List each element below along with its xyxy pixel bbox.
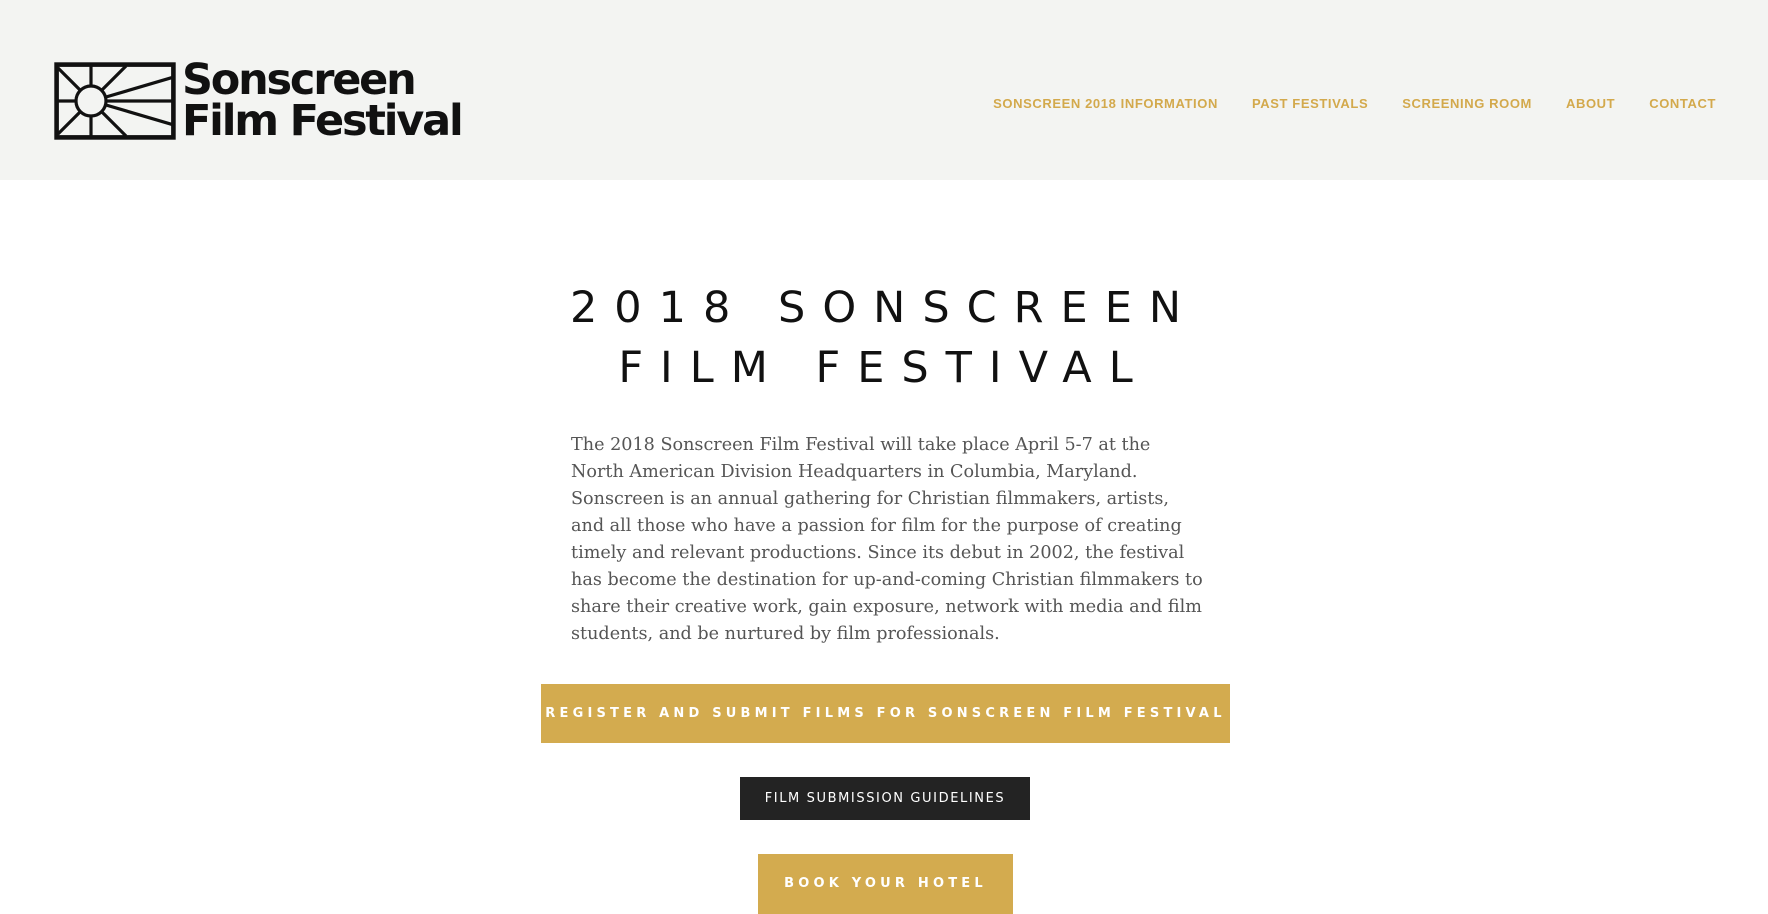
site-header: Sonscreen Film Festival SONSCREEN 2018 I… [0, 0, 1768, 180]
nav-item-sonscreen-2018-information[interactable]: SONSCREEN 2018 INFORMATION [993, 94, 1218, 114]
nav-item-about[interactable]: ABOUT [1566, 94, 1615, 114]
page-title-line-1: 2018 SONSCREEN [569, 283, 1199, 333]
logo-line-1: Sonscreen [182, 55, 417, 105]
intro-paragraph: The 2018 Sonscreen Film Festival will ta… [571, 435, 1203, 644]
nav-item-contact[interactable]: CONTACT [1649, 94, 1716, 114]
nav-item-past-festivals[interactable]: PAST FESTIVALS [1252, 94, 1368, 114]
submission-guidelines-button[interactable]: FILM SUBMISSION GUIDELINES [740, 777, 1030, 820]
register-submit-button[interactable]: REGISTER AND SUBMIT FILMS FOR SONSCREEN … [541, 684, 1230, 743]
site-logo[interactable]: Sonscreen Film Festival [54, 55, 464, 146]
main-nav: SONSCREEN 2018 INFORMATION PAST FESTIVAL… [993, 94, 1716, 114]
sunburst-frame-icon [54, 62, 176, 140]
logo-wordmark: Sonscreen Film Festival [182, 55, 464, 146]
logo-line-2: Film Festival [182, 96, 464, 146]
page-title-line-2: FILM FESTIVAL [618, 343, 1150, 393]
book-hotel-button[interactable]: BOOK YOUR HOTEL [758, 854, 1013, 914]
nav-item-screening-room[interactable]: SCREENING ROOM [1402, 94, 1532, 114]
page-title: 2018 SONSCREEN FILM FESTIVAL [484, 278, 1284, 398]
